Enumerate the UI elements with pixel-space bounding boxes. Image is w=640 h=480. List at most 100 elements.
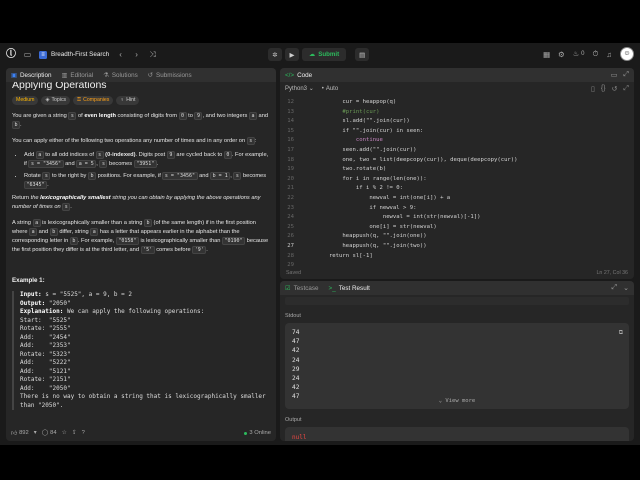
tab-description-label: Description — [19, 71, 52, 79]
likes-indicator[interactable]: ♨ 0 — [573, 50, 585, 58]
stdout-line: 74 — [292, 329, 300, 336]
timer-icon[interactable]: ⏱ — [593, 49, 599, 59]
language-label: Python3 — [285, 86, 308, 92]
code-line: 28 return sl[-1] — [287, 252, 373, 259]
leetcode-logo-icon[interactable]: ⓛ — [6, 49, 16, 61]
description-paragraph-4: A string a is lexicographically smaller … — [12, 219, 269, 254]
leetcode-window: ⓛ ▭ ≡ Breadth-First Search ‹ › ⤨ ✲ ▶ ☁ S… — [0, 43, 640, 445]
tab-description[interactable]: ▣ Description — [11, 72, 51, 79]
code-editor[interactable]: 12 cur = heappop(q) 13 #print(cur) 14 sl… — [280, 95, 634, 267]
fullscreen-icon[interactable]: ⤢ — [623, 85, 629, 93]
copy-icon[interactable]: ⧉ — [619, 329, 623, 337]
description-panel: ▣ Description ▥ Editorial ⚗ Solutions ↺ … — [6, 68, 276, 441]
hint-tag[interactable]: ♀ Hint — [116, 96, 140, 105]
topics-tag[interactable]: ◈ Topics — [41, 96, 71, 105]
dislike-button[interactable]: ▾ — [34, 430, 37, 436]
code-line: 20 for i in range(len(one)): — [287, 175, 427, 182]
code-tab-bar: </> Code ▭ ⤢ — [280, 68, 634, 82]
lightbulb-icon: ♀ — [120, 97, 125, 103]
description-paragraph-1: You are given a string s of even length … — [12, 112, 269, 129]
stdout-line: 24 — [292, 375, 300, 383]
example-box: Input: s = "5525", a = 9, b = 2 Output: "… — [12, 291, 270, 410]
problem-description: Applying Operations Medium ◈ Topics ⚿ Comp… — [6, 82, 276, 425]
avatar[interactable]: ☺ — [620, 47, 634, 61]
code-status-bar: Saved Ln 27, Col 36 — [280, 267, 634, 279]
tab-editorial[interactable]: ▥ Editorial — [61, 72, 93, 79]
page-title: Applying Operations — [12, 82, 107, 91]
share-button[interactable]: ⇪ — [72, 430, 77, 436]
braces-icon[interactable]: {} — [601, 85, 606, 93]
next-problem-icon[interactable]: › — [132, 50, 141, 59]
problem-list-title: Breadth-First Search — [51, 51, 110, 58]
collapse-icon[interactable]: ⌄ — [623, 284, 629, 292]
code-line: 15 if "".join(cur) in seen: — [287, 127, 424, 134]
online-status: 3 Online — [244, 430, 271, 436]
tab-testcase[interactable]: ☑ Testcase — [285, 285, 319, 292]
thumbs-down-icon: ▾ — [33, 430, 37, 436]
comment-count: 84 — [50, 430, 57, 436]
code-line: 13 #print(cur) — [287, 108, 380, 115]
notes-button[interactable]: ▤ — [355, 48, 370, 61]
play-icon: ▶ — [289, 51, 295, 59]
expand-icon[interactable]: ⤢ — [623, 71, 629, 79]
tab-submissions[interactable]: ↺ Submissions — [148, 72, 192, 79]
like-button[interactable]: 👍︎ 892 — [11, 430, 29, 437]
star-icon: ☆ — [61, 430, 67, 436]
view-more-button[interactable]: ⌄ View more — [285, 398, 629, 404]
comments-button[interactable]: ◯ 84 — [42, 430, 57, 436]
tab-editorial-label: Editorial — [70, 71, 94, 79]
code-line: 25 one[i] = str(newval) — [287, 223, 437, 230]
bug-icon: ✲ — [272, 51, 278, 59]
online-count: 3 Online — [249, 430, 271, 436]
help-icon: ? — [81, 430, 85, 436]
sidebar-toggle-icon[interactable]: ▭ — [23, 50, 32, 59]
code-line: 18 one, two = list(deepcopy(cur)), deque… — [287, 156, 518, 163]
code-line: 22 newval = int(one[i]) + a — [287, 194, 451, 201]
run-button[interactable]: ▶ — [285, 48, 299, 61]
hint-label: Hint — [126, 97, 136, 103]
notification-icon[interactable]: ♫ — [606, 50, 612, 59]
stdout-box: 74 47 42 24 29 24 42 47 ⧉ ⌄ View more — [285, 323, 629, 409]
bookmark-icon[interactable]: ▯ — [591, 85, 595, 93]
notes-icon: ▤ — [359, 51, 366, 59]
code-line: 12 cur = heappop(q) — [287, 99, 397, 105]
checkbox-icon: ☑ — [285, 284, 291, 292]
code-line: 21 if i % 2 != 0: — [287, 185, 404, 192]
test-panel: ☑ Testcase >_ Test Result ⤢ ⌄ Stdout 74 … — [280, 281, 634, 441]
list-item: Add a to all odd indices of s (0-indexed… — [24, 151, 270, 169]
auto-mode-toggle[interactable]: • Auto — [322, 86, 338, 92]
layout-icon[interactable]: ▦ — [543, 50, 550, 59]
book-icon: ▥ — [61, 71, 68, 79]
top-bar: ⓛ ▭ ≡ Breadth-First Search ‹ › ⤨ ✲ ▶ ☁ S… — [0, 43, 640, 66]
list-item: Rotate s to the right by b positions. Fo… — [24, 172, 270, 190]
tab-test-result[interactable]: >_ Test Result — [329, 285, 370, 292]
chevron-double-down-icon: ⌄ — [438, 398, 443, 404]
reset-icon[interactable]: ↺ — [612, 85, 618, 93]
help-button[interactable]: ? — [82, 430, 85, 436]
maximize-icon[interactable]: ▭ — [611, 71, 618, 79]
language-select[interactable]: Python3 ⌄ — [285, 85, 314, 92]
code-line: 27 heappush(q, "".join(two)) — [287, 242, 427, 249]
test-result-body: Stdout 74 47 42 24 29 24 42 47 ⧉ ⌄ View … — [280, 295, 634, 441]
debug-button[interactable]: ✲ — [268, 48, 282, 61]
problem-list-button[interactable]: ≡ Breadth-First Search — [39, 50, 110, 59]
code-toolbar: Python3 ⌄ • Auto ▯ {} ↺ ⤢ — [280, 82, 634, 95]
tab-code[interactable]: </> Code — [285, 72, 312, 79]
random-problem-icon[interactable]: ⤨ — [148, 50, 157, 60]
companies-tag[interactable]: ⚿ Companies — [73, 96, 114, 105]
code-line: 19 two.rotate(b) — [287, 166, 387, 173]
code-line: 14 sl.add("".join(cur)) — [287, 118, 410, 125]
lock-icon: ⚿ — [77, 97, 82, 103]
likes-count: 0 — [581, 51, 585, 57]
stdout-line: 42 — [292, 384, 300, 392]
stdout-label: Stdout — [285, 313, 301, 319]
favorite-button[interactable]: ☆ — [62, 430, 67, 436]
code-line: 26 heappush(q, "".join(one)) — [287, 233, 427, 240]
settings-icon[interactable]: ⚙ — [558, 50, 565, 59]
tab-solutions[interactable]: ⚗ Solutions — [103, 72, 138, 79]
prev-problem-icon[interactable]: ‹ — [116, 50, 125, 59]
maximize-icon[interactable]: ⤢ — [612, 284, 618, 292]
submit-button[interactable]: ☁ Submit — [302, 48, 347, 61]
tab-solutions-label: Solutions — [111, 71, 138, 79]
auto-label: Auto — [325, 85, 339, 92]
